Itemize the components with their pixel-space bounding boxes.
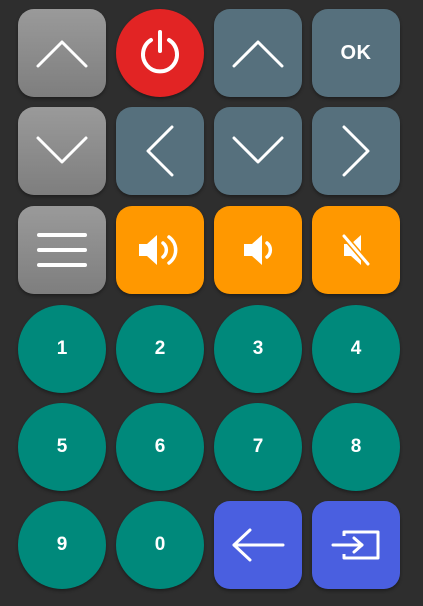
input-source-button[interactable] (312, 501, 400, 589)
digit-0-button[interactable]: 0 (116, 501, 204, 589)
digit-label: 2 (154, 338, 166, 359)
digit-1-button[interactable]: 1 (18, 305, 106, 393)
arrow-left-icon (232, 528, 285, 562)
ok-button[interactable]: OK (312, 9, 400, 97)
volume-down-button[interactable] (214, 206, 302, 294)
menu-button[interactable] (18, 206, 106, 294)
chevron-right-icon (342, 125, 370, 177)
remote-control: OK 1 2 3 4 5 6 7 8 9 0 (0, 0, 423, 606)
digit-5-button[interactable]: 5 (18, 403, 106, 491)
power-button[interactable] (116, 9, 204, 97)
volume-mute-icon (341, 233, 371, 267)
chevron-up-icon (36, 40, 88, 68)
digit-label: 4 (350, 338, 362, 359)
digit-label: 3 (252, 338, 264, 359)
digit-label: 6 (154, 436, 166, 457)
input-source-icon (331, 530, 380, 560)
nav-up-button[interactable] (214, 9, 302, 97)
mute-button[interactable] (312, 206, 400, 294)
chevron-up-icon (232, 40, 284, 68)
digit-2-button[interactable]: 2 (116, 305, 204, 393)
channel-up-button[interactable] (18, 9, 106, 97)
channel-down-button[interactable] (18, 107, 106, 195)
digit-label: 5 (56, 436, 68, 457)
menu-icon (37, 233, 87, 267)
digit-label: 7 (252, 436, 264, 457)
volume-up-icon (139, 235, 178, 265)
chevron-down-icon (232, 136, 284, 164)
volume-down-icon (244, 235, 273, 265)
back-button[interactable] (214, 501, 302, 589)
nav-left-button[interactable] (116, 107, 204, 195)
volume-up-button[interactable] (116, 206, 204, 294)
digit-8-button[interactable]: 8 (312, 403, 400, 491)
chevron-down-icon (36, 136, 88, 164)
power-icon (141, 30, 179, 74)
digit-label: 0 (154, 534, 166, 555)
digit-6-button[interactable]: 6 (116, 403, 204, 491)
digit-label: 9 (56, 534, 68, 555)
chevron-left-icon (146, 125, 174, 177)
digit-3-button[interactable]: 3 (214, 305, 302, 393)
nav-right-button[interactable] (312, 107, 400, 195)
ok-label: OK (340, 41, 372, 64)
digit-7-button[interactable]: 7 (214, 403, 302, 491)
digit-label: 1 (56, 338, 68, 359)
nav-down-button[interactable] (214, 107, 302, 195)
digit-9-button[interactable]: 9 (18, 501, 106, 589)
digit-label: 8 (350, 436, 362, 457)
digit-4-button[interactable]: 4 (312, 305, 400, 393)
